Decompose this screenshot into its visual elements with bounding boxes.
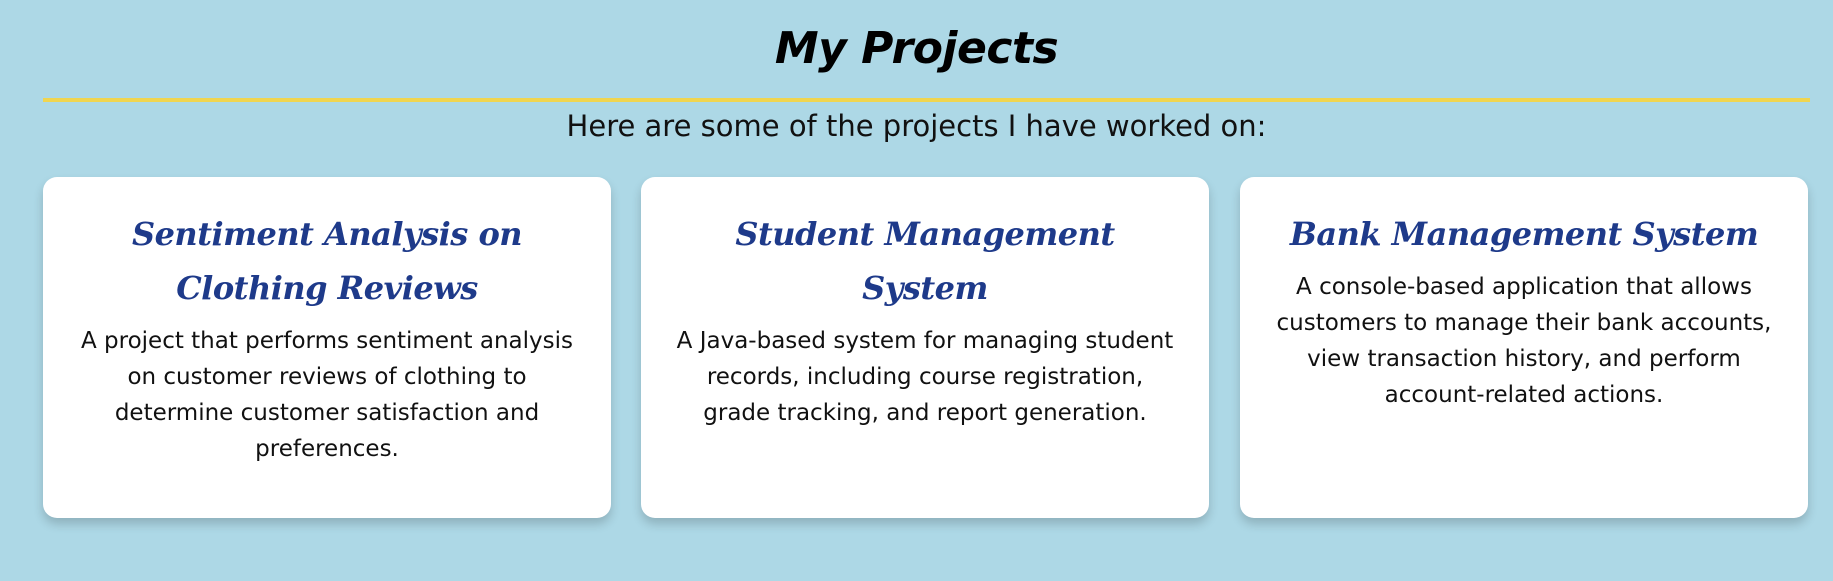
title-divider — [43, 98, 1810, 102]
projects-section: My Projects Here are some of the project… — [0, 0, 1833, 581]
project-card-sentiment-analysis: Sentiment Analysis on Clothing Reviews A… — [43, 177, 611, 518]
project-card-title: Student Management System — [735, 215, 1115, 307]
project-card-description: A Java-based system for managing student… — [676, 328, 1174, 426]
section-title: My Projects — [774, 23, 1059, 74]
project-card-list: Sentiment Analysis on Clothing Reviews A… — [43, 177, 1810, 518]
project-card-description: A console-based application that allows … — [1276, 274, 1772, 408]
project-card-title: Bank Management System — [1289, 215, 1759, 253]
project-card-description: A project that performs sentiment analys… — [80, 328, 574, 462]
project-card-title: Sentiment Analysis on Clothing Reviews — [131, 215, 523, 307]
project-card-student-management: Student Management System A Java-based s… — [641, 177, 1209, 518]
project-card-bank-management: Bank Management System A console-based a… — [1240, 177, 1808, 518]
section-subtitle: Here are some of the projects I have wor… — [566, 109, 1267, 143]
